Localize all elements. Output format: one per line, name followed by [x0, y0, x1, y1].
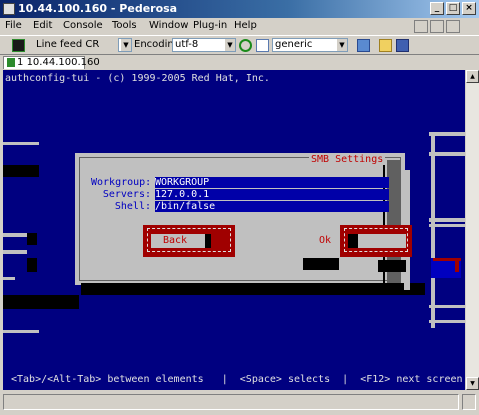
workgroup-field[interactable]: WORKGROUP — [155, 177, 389, 188]
mdi-close-button[interactable] — [446, 20, 460, 33]
maximize-button[interactable]: □ — [446, 2, 460, 15]
dialog-title: SMB Settings — [309, 154, 386, 165]
chevron-down-icon: ▼ — [225, 39, 235, 51]
chevron-down-icon: ▼ — [337, 39, 347, 51]
status-pane — [3, 394, 459, 410]
terminal-screen[interactable]: authconfig-tui - (c) 1999-2005 Red Hat, … — [3, 70, 465, 390]
ok-button-label[interactable]: Ok — [319, 235, 331, 246]
menu-help[interactable]: Help — [234, 20, 257, 31]
back-button-shadow — [205, 234, 211, 248]
settings-icon[interactable] — [357, 39, 370, 52]
menu-window[interactable]: Window — [149, 20, 188, 31]
chevron-down-icon: ▼ — [121, 39, 131, 51]
menu-file[interactable]: File — [5, 20, 22, 31]
mdi-minimize-button[interactable] — [414, 20, 428, 33]
shell-field[interactable]: /bin/false — [155, 201, 389, 212]
status-bar — [0, 390, 479, 415]
menu-bar: File Edit Console Tools Window Plug-in H… — [0, 18, 479, 35]
tab-number: 1 — [17, 57, 24, 68]
session-icon — [7, 58, 15, 67]
ok-button[interactable] — [340, 225, 412, 257]
menu-plugin[interactable]: Plug-in — [193, 20, 227, 31]
scroll-track[interactable] — [466, 83, 479, 377]
terminal-icon[interactable] — [12, 39, 25, 52]
tab-label: 10.44.100.160 — [26, 57, 100, 68]
line-feed-label: Line feed CR — [36, 39, 100, 50]
servers-field[interactable]: 127.0.0.1 — [155, 189, 389, 200]
mdi-restore-button[interactable] — [430, 20, 444, 33]
ok-button-face-right — [358, 234, 406, 248]
line-feed-dropdown[interactable]: ▼ — [118, 38, 132, 52]
servers-label: Servers: — [102, 189, 151, 200]
app-icon — [3, 3, 15, 15]
scroll-down-icon[interactable]: ▼ — [466, 377, 479, 390]
terminal-scrollbar[interactable]: ▲ ▼ — [466, 70, 479, 390]
terminal-type-icon[interactable] — [256, 39, 269, 52]
toolbar: Line feed CR ▼ Encoding utf-8 ▼ generic ▼ — [0, 35, 479, 55]
terminal-type-select[interactable]: generic ▼ — [272, 38, 348, 52]
encoding-select[interactable]: utf-8 ▼ — [172, 38, 236, 52]
title-bar: 10.44.100.160 - Pederosa _ □ × — [0, 0, 479, 18]
menu-tools[interactable]: Tools — [112, 20, 137, 31]
back-button-label: Back — [163, 235, 188, 246]
close-button[interactable]: × — [462, 2, 476, 15]
back-button[interactable]: Back — [143, 225, 235, 257]
scroll-up-icon[interactable]: ▲ — [466, 70, 479, 83]
workgroup-label: Workgroup: — [91, 177, 152, 188]
terminal-header: authconfig-tui - (c) 1999-2005 Red Hat, … — [5, 73, 270, 84]
minimize-button[interactable]: _ — [430, 2, 444, 15]
menu-edit[interactable]: Edit — [33, 20, 52, 31]
menu-console[interactable]: Console — [63, 20, 103, 31]
tab-session[interactable]: 1 10.44.100.160 — [3, 56, 100, 69]
resize-grip-icon[interactable] — [462, 394, 476, 410]
encoding-value: utf-8 — [175, 39, 199, 50]
terminal-footer: <Tab>/<Alt-Tab> between elements | <Spac… — [11, 374, 463, 385]
reconnect-icon[interactable] — [239, 39, 252, 52]
shell-label: Shell: — [114, 201, 151, 212]
terminal-type-value: generic — [275, 39, 313, 50]
save-icon[interactable] — [396, 39, 409, 52]
window-title: 10.44.100.160 - Pederosa — [18, 2, 178, 15]
open-folder-icon[interactable] — [379, 39, 392, 52]
ok-button-shadow — [348, 234, 358, 248]
